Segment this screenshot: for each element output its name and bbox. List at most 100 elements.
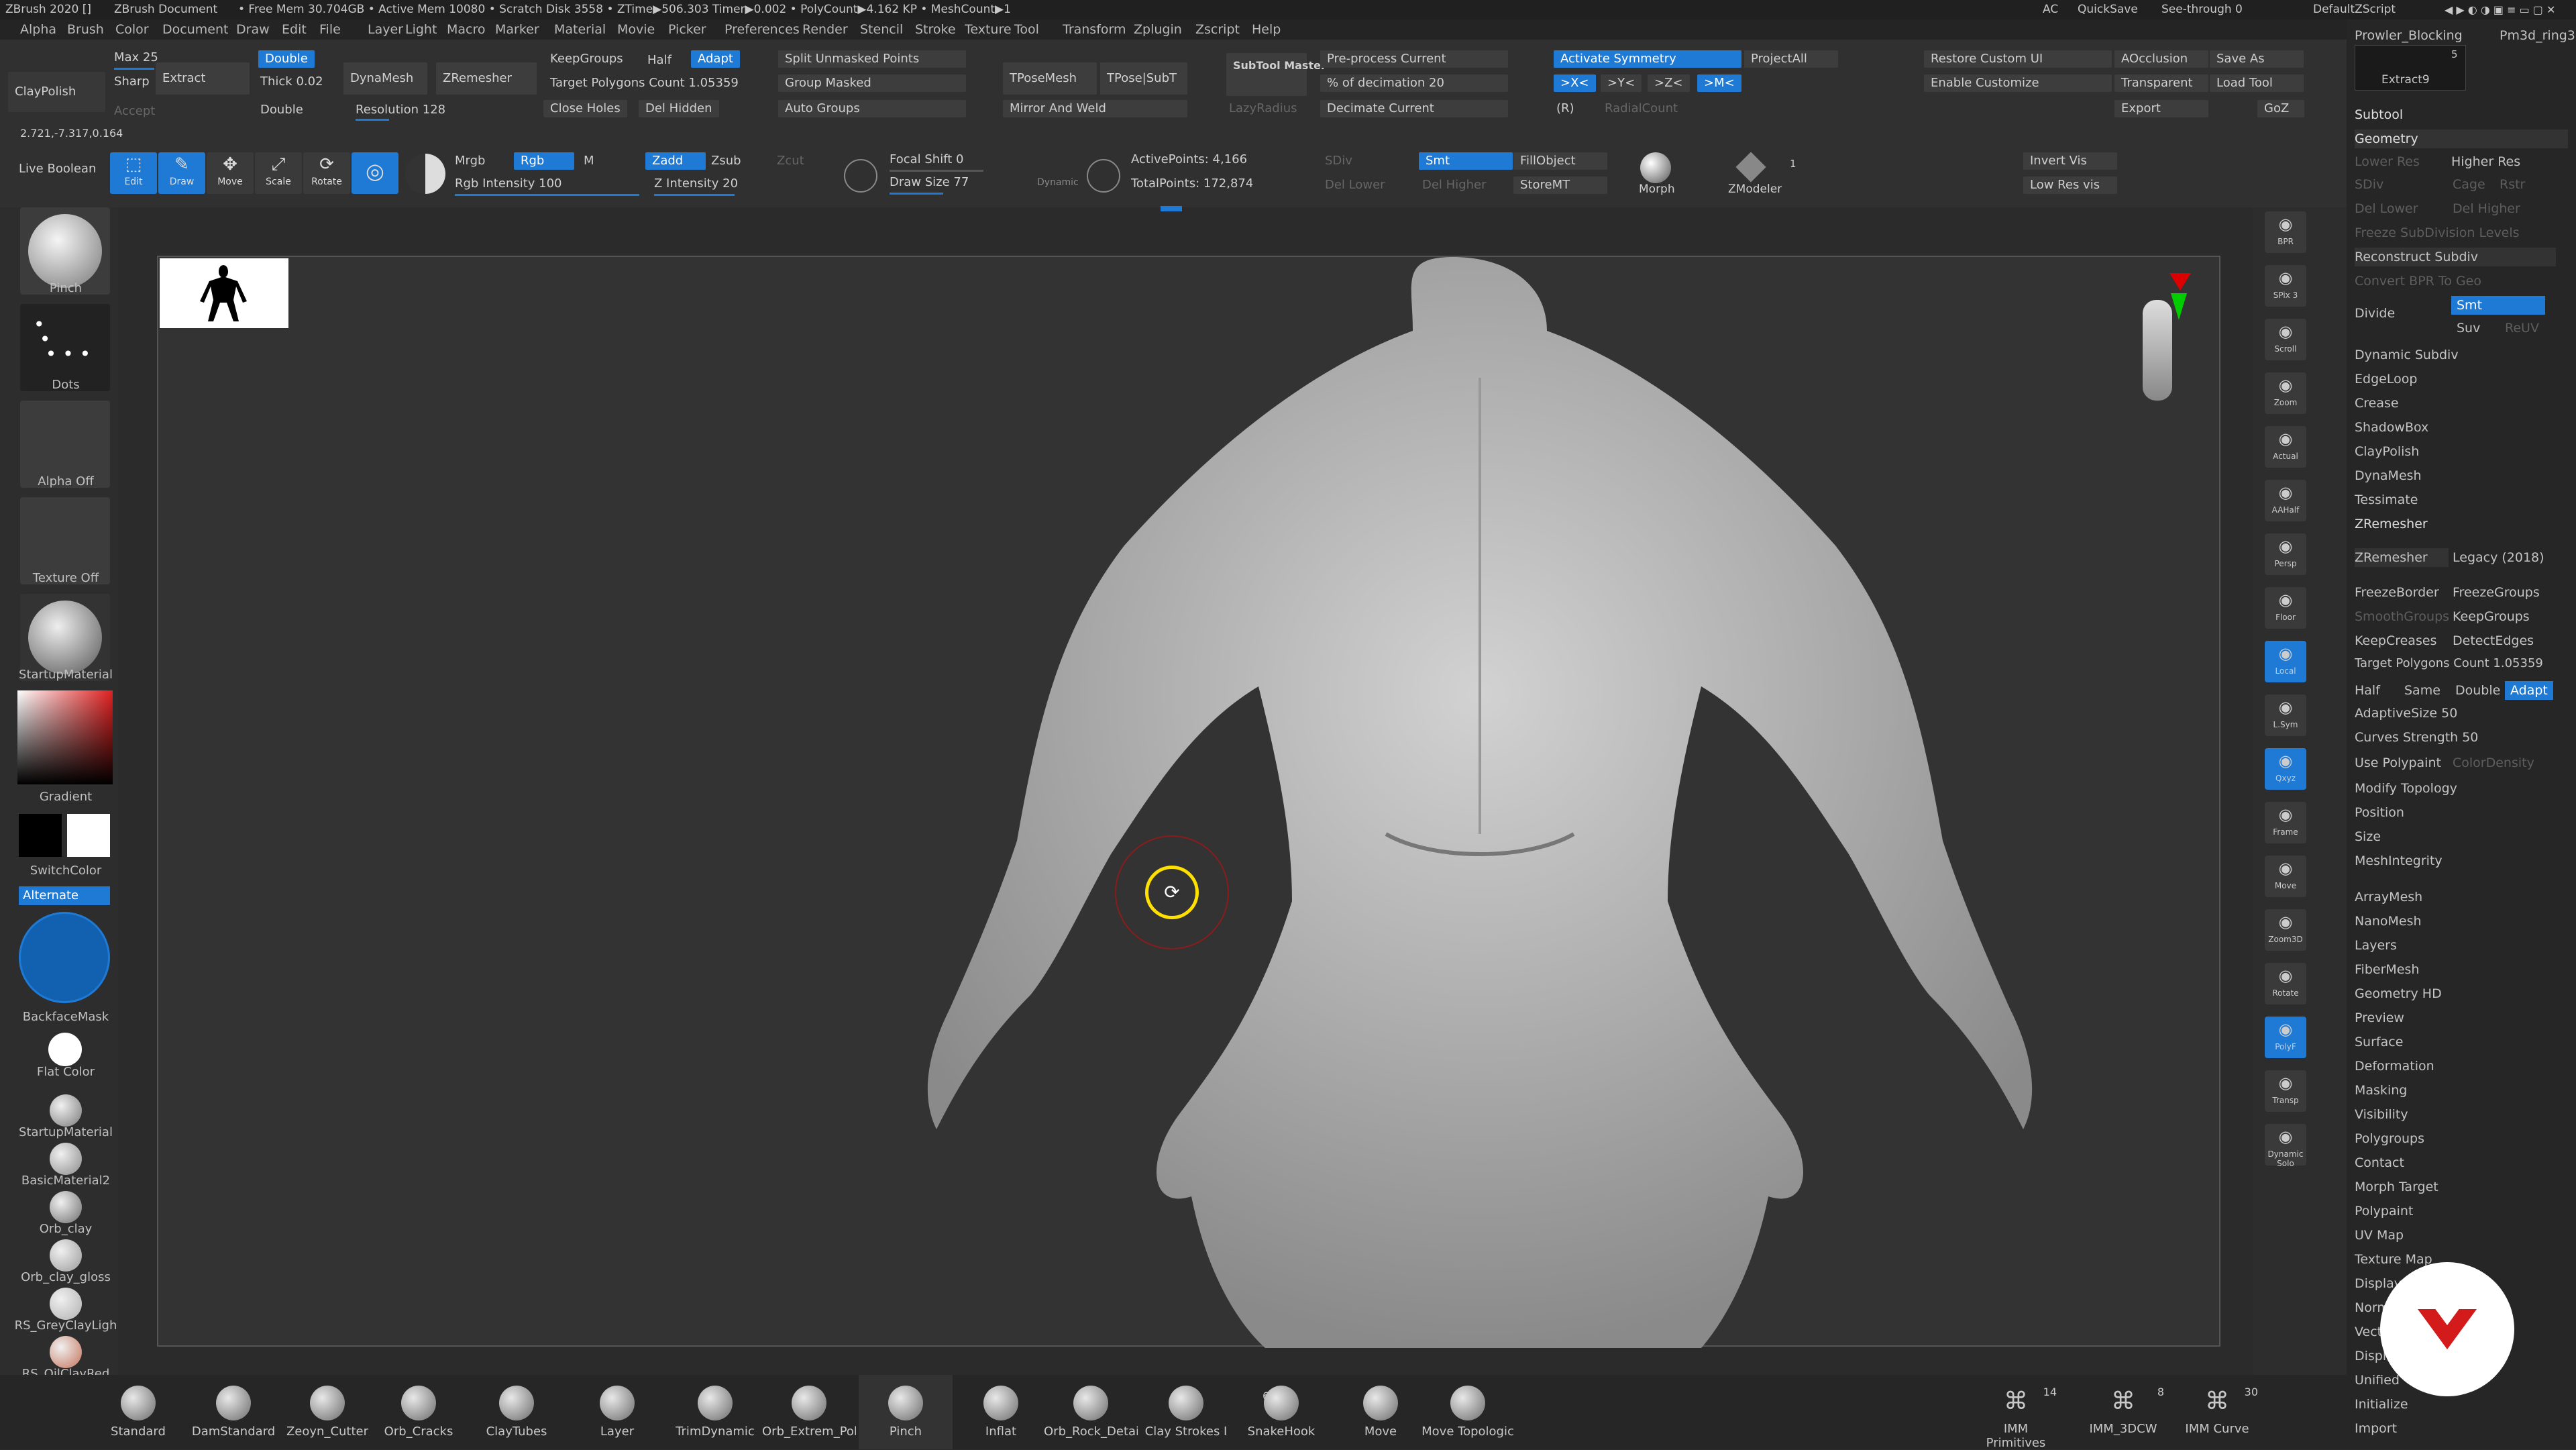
backface-mask-icon[interactable]	[19, 912, 110, 1003]
half-toggle-right[interactable]: Half	[2355, 681, 2380, 700]
rstr-button[interactable]: Rstr	[2500, 175, 2525, 194]
palette-unified[interactable]: Unified	[2355, 1371, 2400, 1390]
switchcolor-label[interactable]: SwitchColor	[0, 864, 131, 878]
material-ball-0[interactable]	[50, 1094, 82, 1127]
del-lower-right[interactable]: Del Lower	[2355, 199, 2418, 218]
sdiv-slider-right[interactable]: SDiv	[2355, 175, 2383, 194]
auto-groups-button[interactable]: Auto Groups	[778, 100, 966, 117]
palette-initialize[interactable]: Initialize	[2355, 1395, 2408, 1414]
menu-transform[interactable]: Transform	[1063, 19, 1126, 40]
brush-claytubes[interactable]: ClayTubes	[470, 1375, 564, 1449]
goz-button[interactable]: GoZ	[2257, 100, 2304, 117]
menu-light[interactable]: Light	[405, 19, 437, 40]
radial-r-toggle[interactable]: (R)	[1556, 100, 1574, 117]
radialcount-slider[interactable]: RadialCount	[1605, 100, 1678, 117]
scale-mode-button[interactable]: ⤢ Scale	[255, 152, 302, 194]
see-through-slider[interactable]: See-through 0	[2161, 0, 2243, 19]
brush-move[interactable]: Move	[1334, 1375, 1428, 1449]
dock-bpr[interactable]: ◉ BPR	[2265, 211, 2306, 253]
target-polygons-right[interactable]: Target Polygons Count 1.05359	[2355, 654, 2543, 673]
invert-vis-button[interactable]: Invert Vis	[2023, 152, 2117, 170]
freezegroups-toggle[interactable]: FreezeGroups	[2453, 583, 2540, 602]
menu-alpha[interactable]: Alpha	[20, 19, 56, 40]
move-mode-button[interactable]: ✥ Move	[207, 152, 254, 194]
projectall-button[interactable]: ProjectAll	[1744, 50, 1838, 68]
del-lower-button[interactable]: Del Lower	[1325, 176, 1385, 194]
half-toggle[interactable]: Half	[647, 52, 672, 69]
zadd-toggle[interactable]: Zadd	[645, 152, 706, 170]
palette-masking[interactable]: Masking	[2355, 1081, 2407, 1100]
rotate-mode-button[interactable]: ⟳ Rotate	[303, 152, 350, 194]
split-unmasked-button[interactable]: Split Unmasked Points	[778, 50, 966, 68]
symmetry-y-toggle[interactable]: >Y<	[1601, 74, 1642, 92]
window-icons[interactable]: ◀ ▶ ◐ ◑ ▣ ≡ ▭ ▢ ✕	[2445, 0, 2555, 19]
use-polypaint-toggle[interactable]: Use Polypaint	[2355, 754, 2441, 772]
cage-button[interactable]: Cage	[2453, 175, 2485, 194]
adapt-toggle-right[interactable]: Adapt	[2505, 681, 2553, 700]
material-ball-1[interactable]	[50, 1143, 82, 1175]
storemt-button[interactable]: StoreMT	[1513, 176, 1607, 194]
lower-res-button[interactable]: Lower Res	[2355, 152, 2420, 171]
dock-aahalf[interactable]: ◉ AAHalf	[2265, 480, 2306, 521]
same-toggle[interactable]: Same	[2404, 681, 2440, 700]
smt-toggle[interactable]: Smt	[1419, 152, 1513, 170]
menu-material[interactable]: Material	[554, 19, 606, 40]
double-toggle-2[interactable]: Double	[260, 101, 303, 119]
zremesher-header[interactable]: ZRemesher	[2355, 515, 2428, 533]
del-hidden-button[interactable]: Del Hidden	[639, 100, 719, 117]
symmetry-x-toggle[interactable]: >X<	[1554, 74, 1596, 92]
dock-actual[interactable]: ◉ Actual	[2265, 426, 2306, 468]
menu-render[interactable]: Render	[802, 19, 848, 40]
divide-button[interactable]: Divide	[2355, 304, 2395, 323]
alternate-toggle[interactable]: Alternate	[19, 886, 110, 905]
menu-color[interactable]: Color	[115, 19, 149, 40]
palette-preview[interactable]: Preview	[2355, 1008, 2404, 1027]
dock-l-sym[interactable]: ◉ L.Sym	[2265, 694, 2306, 736]
zsub-toggle[interactable]: Zsub	[711, 152, 741, 170]
subtool-master-button[interactable]: SubTool Master	[1226, 53, 1326, 96]
rgb-toggle[interactable]: Rgb	[514, 152, 574, 170]
smoothgroups-slider[interactable]: SmoothGroups	[2355, 607, 2449, 626]
subtool-prowler[interactable]: Prowler_Blocking	[2355, 26, 2463, 45]
palette-layers[interactable]: Layers	[2355, 936, 2397, 955]
menu-help[interactable]: Help	[1252, 19, 1281, 40]
mirror-weld-button[interactable]: Mirror And Weld	[1003, 100, 1187, 117]
menu-file[interactable]: File	[319, 19, 341, 40]
transparent-button[interactable]: Transparent	[2114, 74, 2208, 92]
aocclusion-button[interactable]: AOcclusion	[2114, 50, 2208, 68]
imm-imm-primitives[interactable]: ⌘ IMM Primitives 14	[1972, 1375, 2059, 1450]
higher-res-button[interactable]: Higher Res	[2451, 152, 2520, 171]
menu-zscript[interactable]: Zscript	[1195, 19, 1240, 40]
close-holes-button[interactable]: Close Holes	[543, 100, 627, 117]
palette-geometry-hd[interactable]: Geometry HD	[2355, 984, 2442, 1003]
menu-movie[interactable]: Movie	[617, 19, 655, 40]
palette-deformation[interactable]: Deformation	[2355, 1057, 2434, 1076]
dock-local[interactable]: ◉ Local	[2265, 641, 2306, 682]
palette-shadowbox[interactable]: ShadowBox	[2355, 418, 2428, 437]
smt-toggle-right[interactable]: Smt	[2451, 296, 2545, 315]
double-toggle-right[interactable]: Double	[2455, 681, 2500, 700]
menu-stencil[interactable]: Stencil	[860, 19, 903, 40]
menu-macro[interactable]: Macro	[447, 19, 486, 40]
menu-preferences[interactable]: Preferences	[724, 19, 800, 40]
palette-dynamesh[interactable]: DynaMesh	[2355, 466, 2422, 485]
freeze-subdiv-button[interactable]: Freeze SubDivision Levels	[2355, 223, 2520, 242]
dynamic-toggle[interactable]: Dynamic	[1037, 174, 1079, 191]
palette-edgeloop[interactable]: EdgeLoop	[2355, 370, 2417, 389]
dock-transp[interactable]: ◉ Transp	[2265, 1070, 2306, 1112]
dock-zoom3d[interactable]: ◉ Zoom3D	[2265, 909, 2306, 951]
sdiv-slider[interactable]: SDiv	[1325, 152, 1352, 170]
activate-symmetry-button[interactable]: Activate Symmetry	[1554, 50, 1741, 68]
resolution-slider[interactable]: Resolution 128	[356, 101, 445, 119]
load-tool-button[interactable]: Load Tool	[2210, 74, 2304, 92]
sharp-toggle[interactable]: Sharp	[114, 73, 150, 91]
palette-modify-topology[interactable]: Modify Topology	[2355, 779, 2457, 798]
symmetry-z-toggle[interactable]: >Z<	[1648, 74, 1690, 92]
palette-texture-map[interactable]: Texture Map	[2355, 1250, 2432, 1269]
menu-brush[interactable]: Brush	[67, 19, 104, 40]
material-ball-5[interactable]	[50, 1336, 82, 1368]
palette-meshintegrity[interactable]: MeshIntegrity	[2355, 851, 2443, 870]
m-toggle[interactable]: M	[584, 152, 594, 170]
palette-nanomesh[interactable]: NanoMesh	[2355, 912, 2422, 931]
dock-move[interactable]: ◉ Move	[2265, 856, 2306, 897]
